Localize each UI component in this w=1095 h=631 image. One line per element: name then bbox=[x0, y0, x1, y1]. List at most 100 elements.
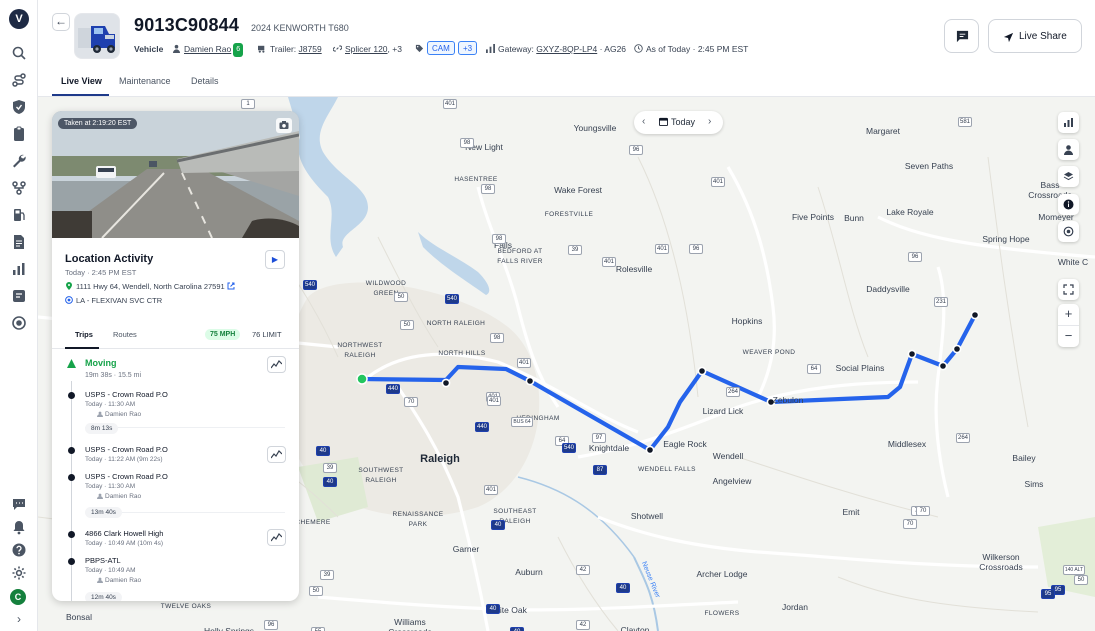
road-shield: 50 bbox=[400, 320, 414, 330]
moving-summary: 19m 38s · 15.5 mi bbox=[85, 372, 142, 379]
info-icon bbox=[1063, 199, 1074, 210]
chart-icon[interactable] bbox=[11, 261, 27, 277]
navigation-arrow-icon bbox=[1003, 32, 1014, 43]
message-icon[interactable] bbox=[11, 288, 27, 304]
camera-icon[interactable] bbox=[276, 118, 292, 133]
event-title[interactable]: 4866 Clark Howell High bbox=[85, 529, 163, 538]
person-icon bbox=[97, 493, 103, 499]
tab-details[interactable]: Details bbox=[191, 76, 219, 86]
bell-icon[interactable] bbox=[11, 519, 27, 535]
location-activity-panel: Taken at 2:19:20 EST Location Activity T… bbox=[52, 111, 299, 601]
event-duration: 12m 40s bbox=[85, 592, 122, 601]
layers-control-button[interactable] bbox=[1058, 166, 1079, 187]
stats-control-button[interactable] bbox=[1058, 112, 1079, 133]
tag-more[interactable]: +3 bbox=[458, 41, 478, 55]
road-shield: 231 bbox=[934, 297, 948, 307]
driver-control-button[interactable] bbox=[1058, 139, 1079, 160]
road-shield: 264 bbox=[956, 433, 970, 443]
map-place-label: Archer Lodge bbox=[696, 569, 748, 579]
map-place-label: Raleigh bbox=[420, 453, 460, 465]
road-shield: 98 bbox=[460, 138, 474, 148]
settings-circle-icon[interactable] bbox=[11, 315, 27, 331]
event-title[interactable]: USPS - Crown Road P.O bbox=[85, 445, 168, 454]
app-logo[interactable]: V bbox=[9, 9, 29, 29]
next-day-button[interactable]: › bbox=[708, 116, 711, 127]
route-icon[interactable] bbox=[11, 72, 27, 88]
zoom-control: + − bbox=[1058, 304, 1079, 347]
route-stop-marker bbox=[441, 378, 451, 388]
tab-trips[interactable]: Trips bbox=[75, 330, 93, 339]
back-button[interactable]: ← bbox=[52, 13, 70, 31]
map-view[interactable]: Youngsville Margaret New Light Seven Paths H… bbox=[38, 97, 1095, 631]
active-tab-indicator bbox=[52, 94, 109, 96]
map-place-label: Emit bbox=[842, 507, 860, 517]
document-icon[interactable] bbox=[11, 234, 27, 250]
gateway-link[interactable]: GXYZ-8QP-LP4 bbox=[536, 44, 597, 54]
locate-control-button[interactable] bbox=[1058, 221, 1079, 242]
map-place-label: Knightdale bbox=[588, 443, 630, 453]
map-place-label: Wilkerson Crossroads bbox=[979, 552, 1023, 572]
expand-nav-icon[interactable]: › bbox=[11, 612, 27, 628]
workflow-icon[interactable] bbox=[11, 180, 27, 196]
fullscreen-icon bbox=[1063, 284, 1074, 295]
trailer-info: Trailer: J8759 bbox=[258, 43, 322, 55]
dashcam-photo[interactable]: Taken at 2:19:20 EST bbox=[52, 111, 299, 238]
trip-chart-button[interactable] bbox=[267, 529, 286, 546]
map-place-label: SOUTHEAST RALEIGH bbox=[493, 508, 537, 525]
tag-cam[interactable]: CAM bbox=[427, 41, 455, 55]
prev-day-button[interactable]: ‹ bbox=[642, 116, 645, 127]
zoom-out-button[interactable]: − bbox=[1058, 325, 1079, 346]
tab-live-view[interactable]: Live View bbox=[61, 76, 102, 86]
event-title[interactable]: USPS - Crown Road P.O bbox=[85, 390, 168, 399]
message-button[interactable] bbox=[944, 19, 979, 53]
gear-icon[interactable] bbox=[11, 565, 27, 581]
event-title[interactable]: USPS - Crown Road P.O bbox=[85, 472, 168, 481]
chat-icon[interactable] bbox=[11, 496, 27, 512]
fuel-icon[interactable] bbox=[11, 207, 27, 223]
road-shield: 98 bbox=[492, 234, 506, 244]
zoom-in-button[interactable]: + bbox=[1058, 304, 1079, 325]
map-place-label: Wake Forest bbox=[554, 185, 602, 195]
trailer-icon bbox=[258, 45, 265, 53]
map-place-label: Eagle Rock bbox=[663, 439, 707, 449]
event-duration: 8m 13s bbox=[85, 423, 119, 434]
wrench-icon[interactable] bbox=[11, 153, 27, 169]
shield-icon[interactable] bbox=[11, 99, 27, 115]
map-place-label: Holly Springs bbox=[203, 626, 255, 631]
splicer-link[interactable]: Splicer 120 bbox=[345, 44, 388, 54]
map-place-label: RENAISSANCE PARK bbox=[392, 511, 444, 528]
road-shield: 140 ALT bbox=[1063, 565, 1085, 575]
trailer-link[interactable]: J8759 bbox=[299, 44, 322, 54]
event-time: Today · 10:49 AM (10m 4s) bbox=[85, 540, 164, 547]
road-shield: 50 bbox=[394, 292, 408, 302]
driver-link[interactable]: Damien Rao 6 bbox=[172, 43, 244, 57]
road-shield: 39 bbox=[320, 570, 334, 580]
map-place-label: HASENTREE bbox=[454, 176, 498, 183]
user-avatar[interactable]: C bbox=[10, 589, 26, 605]
trip-chart-button[interactable] bbox=[267, 446, 286, 463]
trip-chart-button[interactable] bbox=[267, 356, 286, 373]
panel-subtitle: Today · 2:45 PM EST bbox=[65, 268, 137, 277]
timeline-dot bbox=[68, 447, 75, 454]
help-icon[interactable] bbox=[11, 542, 27, 558]
date-selector[interactable]: ‹ Today › bbox=[634, 111, 723, 134]
route-start-marker bbox=[356, 373, 368, 385]
fullscreen-button[interactable] bbox=[1058, 279, 1079, 300]
event-title[interactable]: PBPS-ATL bbox=[85, 556, 121, 565]
trend-icon bbox=[270, 450, 283, 459]
play-button[interactable]: ▶ bbox=[265, 250, 285, 269]
tab-routes[interactable]: Routes bbox=[113, 330, 137, 339]
live-share-button[interactable]: Live Share bbox=[988, 19, 1082, 53]
search-icon[interactable] bbox=[11, 45, 27, 61]
person-icon bbox=[1064, 145, 1073, 155]
road-shield: 540 bbox=[445, 294, 459, 304]
road-shield: 98 bbox=[481, 184, 495, 194]
address-line[interactable]: 1111 Hwy 64, Wendell, North Carolina 275… bbox=[65, 282, 238, 291]
map-place-label: Hopkins bbox=[731, 316, 763, 326]
clipboard-icon[interactable] bbox=[11, 126, 27, 142]
vehicle-thumbnail bbox=[74, 13, 120, 59]
info-control-button[interactable] bbox=[1058, 194, 1079, 215]
tab-maintenance[interactable]: Maintenance bbox=[119, 76, 171, 86]
timeline-dot bbox=[68, 474, 75, 481]
map-place-label: Youngsville bbox=[573, 123, 617, 133]
